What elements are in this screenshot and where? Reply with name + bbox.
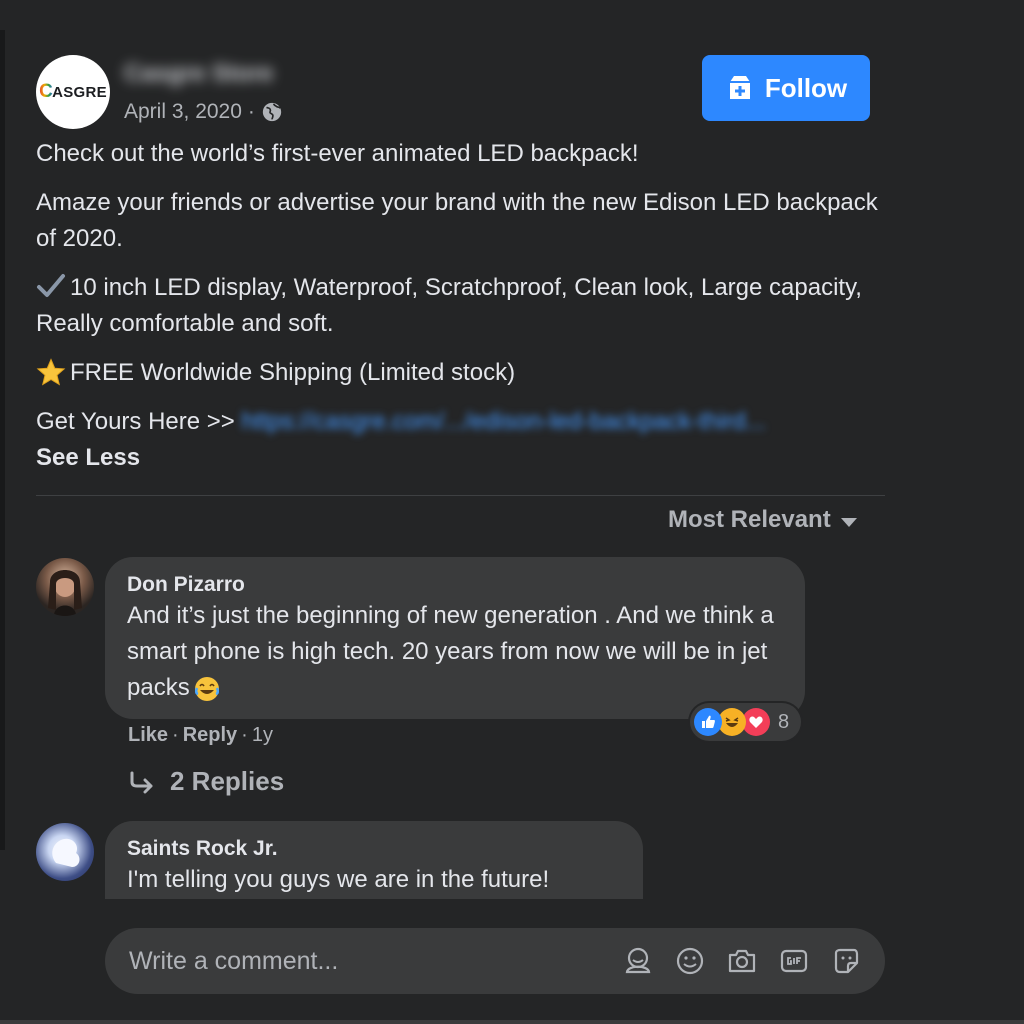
- post-line-3: 10 inch LED display, Waterproof, Scratch…: [36, 270, 896, 342]
- product-link[interactable]: https://casgre.com/.../edison-led-backpa…: [241, 408, 765, 435]
- page-avatar[interactable]: CASGRE: [36, 55, 110, 129]
- comment-time[interactable]: 1y: [252, 724, 273, 747]
- post-date[interactable]: April 3, 2020: [124, 100, 242, 124]
- reaction-summary[interactable]: 8: [690, 703, 802, 741]
- love-reaction-icon: [742, 708, 770, 736]
- comment-bubble: Saints Rock Jr. I'm telling you guys we …: [105, 821, 643, 899]
- sort-label: Most Relevant: [668, 506, 831, 533]
- comment-input[interactable]: [127, 945, 603, 977]
- avatar-sticker-button[interactable]: [621, 944, 655, 978]
- post-meta: April 3, 2020 ·: [124, 100, 283, 124]
- view-replies-button[interactable]: 2 Replies: [128, 766, 284, 797]
- meta-separator: ·: [247, 100, 255, 123]
- comment-text: I'm telling you guys we are in the futur…: [127, 866, 550, 893]
- reaction-count: 8: [778, 710, 790, 733]
- sticker-icon: [834, 948, 859, 974]
- follow-label: Follow: [764, 72, 848, 103]
- star-icon: [36, 357, 66, 386]
- post-line-2: Amaze your friends or advertise your bra…: [36, 189, 878, 252]
- reply-arrow-icon: [130, 771, 153, 793]
- photo-button[interactable]: [725, 944, 759, 978]
- tears-of-joy-emoji-icon: [194, 676, 219, 701]
- emoji-icon: [676, 947, 704, 975]
- avatar-icon: [625, 947, 651, 974]
- bottom-edge: [0, 1020, 1024, 1024]
- globe-icon: [262, 102, 282, 122]
- comment-composer: [105, 928, 885, 994]
- sort-dropdown[interactable]: Most Relevant: [668, 506, 857, 534]
- get-yours-text: Get Yours Here >>: [36, 408, 235, 435]
- follow-button[interactable]: Follow: [702, 55, 870, 121]
- post-line-4-text: FREE Worldwide Shipping (Limited stock): [70, 359, 516, 386]
- sticker-button[interactable]: [829, 944, 863, 978]
- divider: [36, 495, 885, 496]
- comment-actions: Like · Reply · 1y: [128, 724, 273, 747]
- comment-bubble: Don Pizarro And it’s just the beginning …: [105, 557, 805, 719]
- page-name[interactable]: Casgre Store: [124, 60, 273, 88]
- emoji-button[interactable]: [673, 944, 707, 978]
- action-separator: ·: [241, 724, 248, 746]
- avatar-icon: [48, 570, 82, 616]
- follow-icon: [729, 76, 750, 99]
- like-button[interactable]: Like: [128, 724, 168, 747]
- gif-button[interactable]: [777, 944, 811, 978]
- comment-author[interactable]: Don Pizarro: [127, 572, 783, 598]
- reply-button[interactable]: Reply: [183, 724, 237, 747]
- post-line-4: FREE Worldwide Shipping (Limited stock): [36, 355, 896, 391]
- comment-author[interactable]: Saints Rock Jr.: [127, 836, 621, 862]
- action-separator: ·: [172, 724, 179, 746]
- comment-text: And it’s just the beginning of new gener…: [127, 602, 774, 701]
- avatar[interactable]: [36, 823, 94, 881]
- caret-down-icon: [840, 517, 857, 527]
- avatar[interactable]: [36, 558, 94, 616]
- gif-icon: [780, 949, 808, 973]
- page-logo: CASGRE: [39, 81, 107, 102]
- left-edge: [0, 30, 5, 850]
- replies-label: 2 Replies: [170, 766, 285, 796]
- post-line-1: Check out the world’s first-ever animate…: [36, 140, 639, 167]
- post-body: Check out the world’s first-ever animate…: [36, 136, 896, 476]
- see-less-button[interactable]: See Less: [36, 440, 896, 476]
- camera-icon: [728, 949, 756, 973]
- post-line-5: Get Yours Here >> https://casgre.com/...…: [36, 404, 896, 440]
- avatar-icon: [52, 838, 80, 867]
- post-line-3-text: 10 inch LED display, Waterproof, Scratch…: [36, 274, 862, 337]
- like-reaction-icon: [694, 708, 722, 736]
- haha-reaction-icon: [718, 708, 746, 736]
- check-icon: [37, 273, 65, 297]
